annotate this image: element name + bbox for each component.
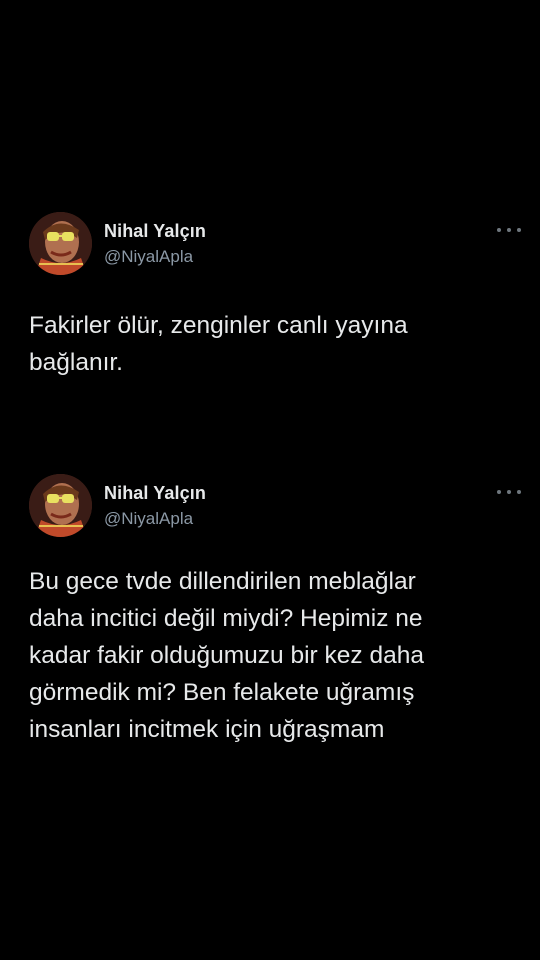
dot	[507, 228, 511, 232]
dot	[517, 228, 521, 232]
avatar[interactable]	[29, 474, 92, 537]
author-name[interactable]: Nihal Yalçın	[104, 221, 206, 242]
dot	[497, 490, 501, 494]
dot	[497, 228, 501, 232]
author-handle[interactable]: @NiyalApla	[104, 247, 193, 267]
avatar[interactable]	[29, 212, 92, 275]
author-handle[interactable]: @NiyalApla	[104, 509, 193, 529]
profile-photo-image	[29, 212, 92, 275]
more-options-icon[interactable]	[497, 220, 521, 240]
dot	[507, 490, 511, 494]
more-options-icon[interactable]	[497, 482, 521, 502]
dot	[517, 490, 521, 494]
tweet-text: Bu gece tvde dillendirilen meblağlar dah…	[29, 568, 424, 743]
tweet-text: Fakirler ölür, zenginler canlı yayına ba…	[29, 312, 408, 376]
author-name[interactable]: Nihal Yalçın	[104, 483, 206, 504]
profile-photo-image	[29, 474, 92, 537]
